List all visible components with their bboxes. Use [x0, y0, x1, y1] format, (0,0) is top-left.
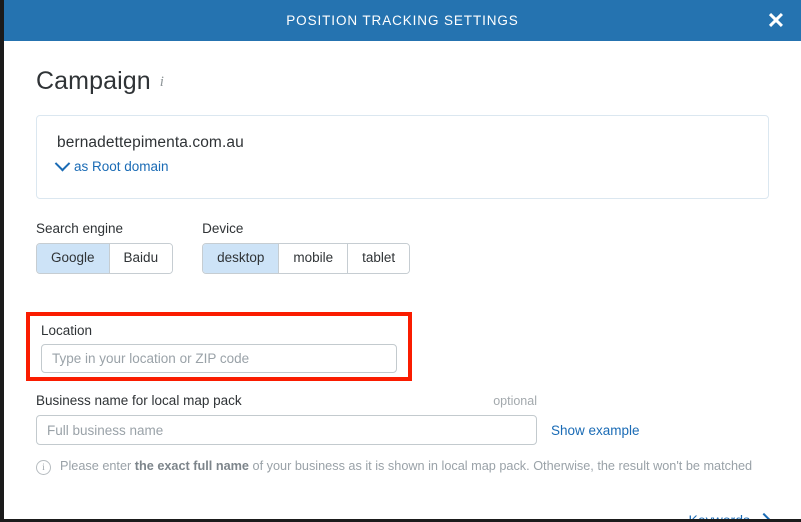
hint-prefix: Please enter	[60, 459, 135, 473]
campaign-domain-panel: bernadettepimenta.com.au as Root domain	[36, 115, 769, 199]
business-name-input[interactable]	[36, 415, 537, 445]
dialog-body: Campaign i bernadettepimenta.com.au as R…	[4, 41, 801, 519]
search-engine-option-baidu[interactable]: Baidu	[109, 244, 173, 273]
page-title: Campaign i	[36, 41, 769, 96]
keywords-next-link[interactable]: Keywords	[689, 512, 772, 519]
position-tracking-settings-dialog: POSITION TRACKING SETTINGS ✕ Campaign i …	[4, 0, 801, 519]
info-icon[interactable]: i	[160, 74, 164, 91]
domain-scope-label: as Root domain	[74, 159, 169, 174]
domain-name: bernadettepimenta.com.au	[57, 134, 244, 151]
search-engine-label: Search engine	[36, 221, 124, 236]
hint-emphasis: the exact full name	[134, 459, 249, 473]
location-label: Location	[41, 323, 93, 338]
dialog-title: POSITION TRACKING SETTINGS	[286, 13, 519, 28]
close-icon[interactable]: ✕	[763, 8, 789, 34]
device-buttons: desktop mobile tablet	[202, 243, 411, 274]
chevron-right-icon	[756, 512, 772, 519]
device-option-desktop[interactable]: desktop	[203, 244, 280, 273]
device-option-mobile[interactable]: mobile	[279, 244, 349, 273]
page-background: POSITION TRACKING SETTINGS ✕ Campaign i …	[0, 0, 801, 522]
page-title-text: Campaign	[36, 67, 151, 95]
business-name-input-row: Show example	[36, 415, 769, 445]
chevron-down-icon	[54, 155, 71, 172]
device-option-tablet[interactable]: tablet	[348, 244, 410, 273]
business-name-header: Business name for local map pack optiona…	[36, 393, 537, 408]
domain-scope-selector[interactable]: as Root domain	[54, 155, 169, 174]
business-name-optional-tag: optional	[493, 394, 537, 408]
engine-device-row: Search engine Google Baidu Device deskto…	[36, 221, 769, 274]
business-name-label: Business name for local map pack	[36, 393, 242, 408]
keywords-next-label: Keywords	[689, 512, 750, 519]
location-annotation-box: Location	[26, 312, 412, 381]
search-engine-group: Search engine Google Baidu	[36, 221, 174, 274]
show-example-link[interactable]: Show example	[551, 423, 640, 438]
location-input[interactable]	[41, 344, 397, 373]
search-engine-buttons: Google Baidu	[36, 243, 174, 274]
info-circle-icon: i	[36, 460, 51, 475]
hint-suffix: of your business as it is shown in local…	[249, 459, 753, 473]
search-engine-option-google[interactable]: Google	[37, 244, 110, 273]
device-group: Device desktop mobile tablet	[202, 221, 411, 274]
business-name-hint: i Please enter the exact full name of yo…	[36, 458, 769, 475]
dialog-titlebar: POSITION TRACKING SETTINGS ✕	[4, 0, 801, 41]
business-name-hint-text: Please enter the exact full name of your…	[60, 458, 752, 475]
device-label: Device	[202, 221, 244, 236]
business-name-section: Business name for local map pack optiona…	[36, 393, 769, 475]
